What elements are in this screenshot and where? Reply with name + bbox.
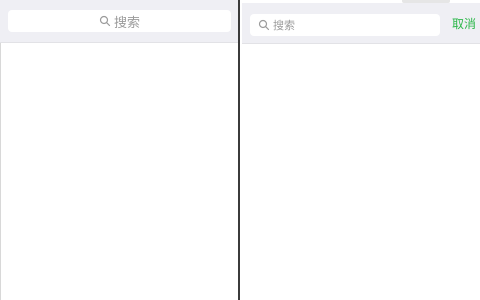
search-placeholder: 搜索 (273, 19, 295, 32)
search-icon (258, 19, 270, 31)
right-screen: 搜索 取消 (242, 0, 480, 300)
left-edge-border (0, 0, 1, 300)
search-input[interactable]: 搜索 (250, 14, 440, 36)
search-bar-area: 搜索 (0, 0, 238, 43)
search-icon (99, 15, 111, 27)
search-bar-area: 搜索 取消 (242, 3, 480, 44)
left-screen: 搜索 (0, 0, 240, 300)
search-box[interactable]: 搜索 (8, 10, 231, 32)
cancel-button[interactable]: 取消 (452, 15, 476, 32)
search-placeholder: 搜索 (113, 15, 140, 31)
